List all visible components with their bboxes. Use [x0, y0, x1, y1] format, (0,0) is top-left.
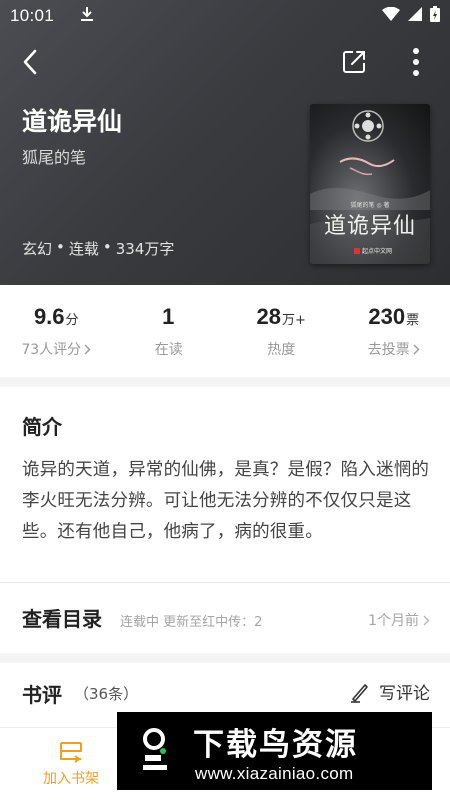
- book-status: 连载: [68, 240, 99, 258]
- stat-value: 9.6 分: [34, 304, 79, 330]
- reviews-count: （36条）: [74, 685, 139, 703]
- reviews-title: 书评: [22, 683, 62, 707]
- reading-value: 1: [162, 304, 175, 329]
- rating-count: 73人评分: [21, 342, 82, 358]
- toc-row[interactable]: 查看目录 连载中 更新至红中传：2 1个月前: [0, 583, 450, 653]
- votes-unit: 票: [406, 313, 420, 328]
- stat-label: 去投票: [368, 339, 420, 359]
- pen-icon: [351, 683, 368, 703]
- stat-popularity: 28 万+ 热度: [225, 285, 338, 377]
- watermark-url: www.xiazainiao.com: [195, 764, 354, 783]
- cover-title: 道诡异仙: [323, 214, 416, 239]
- stat-rating[interactable]: 9.6 分 73人评分: [0, 285, 113, 377]
- cover-art: [310, 110, 430, 264]
- add-to-shelf-label: 加入书架: [43, 771, 99, 787]
- signal-icon: [408, 6, 422, 26]
- publisher-logo-icon: [354, 247, 360, 254]
- book-genre: 玄幻: [22, 240, 53, 258]
- download-icon: [80, 6, 94, 27]
- votes-value: 230: [368, 304, 406, 329]
- share-button[interactable]: [338, 46, 370, 78]
- popularity-value: 28: [256, 304, 282, 329]
- book-detail-page: 10:01 道诡异仙 狐尾的笔 玄幻 • 连载 • 334万字 狐尾的笔 ◎ 著…: [0, 0, 450, 800]
- share-icon: [343, 51, 365, 73]
- updated-time-text: 1个月前: [368, 613, 419, 629]
- stat-reading: 1 在读: [113, 285, 226, 377]
- popularity-label: 热度: [267, 342, 296, 358]
- book-author[interactable]: 狐尾的笔: [22, 144, 86, 168]
- status-bar: 10:01: [0, 0, 450, 32]
- status-time: 10:01: [10, 6, 55, 25]
- popularity-unit: 万+: [282, 313, 306, 328]
- section-gap: [0, 377, 450, 387]
- watermark-logo-icon: [143, 728, 167, 770]
- stats-row: 9.6 分 73人评分 1 在读 28 万+ 热度 230 票 去投票: [0, 285, 450, 377]
- stat-value: 28 万+: [257, 304, 306, 330]
- stat-value: 1: [162, 304, 175, 330]
- chevron-right-icon: [423, 615, 430, 625]
- back-button[interactable]: [14, 46, 46, 78]
- meta-separator: •: [102, 238, 112, 256]
- vote-link: 去投票: [367, 342, 410, 358]
- book-word-count: 334万字: [115, 240, 175, 258]
- rating-unit: 分: [65, 313, 79, 328]
- toc-title: 查看目录: [22, 607, 102, 631]
- write-review-button[interactable]: 写评论: [349, 679, 430, 704]
- add-to-shelf-button[interactable]: 加入书架: [28, 734, 114, 794]
- more-vertical-icon: [413, 48, 419, 76]
- toc-updated-time: 1个月前: [368, 610, 430, 630]
- chevron-right-icon: [413, 344, 420, 354]
- intro-section: 简介 诡异的天道，异常的仙佛，是真？是假？陷入迷惘的李火旺无法分辨。可让他无法分…: [0, 387, 450, 582]
- section-gap: [0, 653, 450, 663]
- reading-label: 在读: [154, 342, 183, 358]
- status-icons: [382, 5, 440, 27]
- stat-label: 73人评分: [21, 339, 91, 359]
- toc-update-status: 连载中 更新至红中传：2: [120, 615, 263, 630]
- bookshelf-icon: [60, 742, 82, 763]
- battery-icon: [430, 5, 440, 27]
- watermark-title: 下载鸟资源: [193, 727, 358, 763]
- stat-value: 230 票: [368, 304, 419, 330]
- book-cover[interactable]: 狐尾的笔 ◎ 著 道诡异仙 起点中文网: [310, 104, 430, 264]
- write-review-label: 写评论: [379, 684, 430, 704]
- publisher-name: 起点中文网: [362, 248, 393, 255]
- stat-votes[interactable]: 230 票 去投票: [338, 285, 450, 377]
- meta-separator: •: [56, 238, 65, 256]
- book-title: 道诡异仙: [22, 107, 123, 136]
- intro-text[interactable]: 诡异的天道，异常的仙佛，是真？是假？陷入迷惘的李火旺无法分辨。可让他无法分辨的不…: [22, 455, 430, 548]
- rating-value: 9.6: [33, 304, 65, 329]
- intro-title: 简介: [22, 415, 62, 439]
- chevron-right-icon: [84, 344, 91, 354]
- watermark-banner: 下载鸟资源 www.xiazainiao.com: [117, 712, 432, 790]
- stat-label: 在读: [155, 339, 183, 359]
- book-meta: 玄幻 • 连载 • 334万字: [22, 238, 174, 259]
- stat-label: 热度: [267, 339, 295, 359]
- cover-publisher: 起点中文网: [354, 246, 392, 255]
- wifi-icon: [382, 6, 400, 26]
- more-menu-button[interactable]: [402, 46, 430, 78]
- back-arrow-icon: [23, 49, 37, 75]
- book-header: 10:01 道诡异仙 狐尾的笔 玄幻 • 连载 • 334万字 狐尾的笔 ◎ 著…: [0, 0, 450, 285]
